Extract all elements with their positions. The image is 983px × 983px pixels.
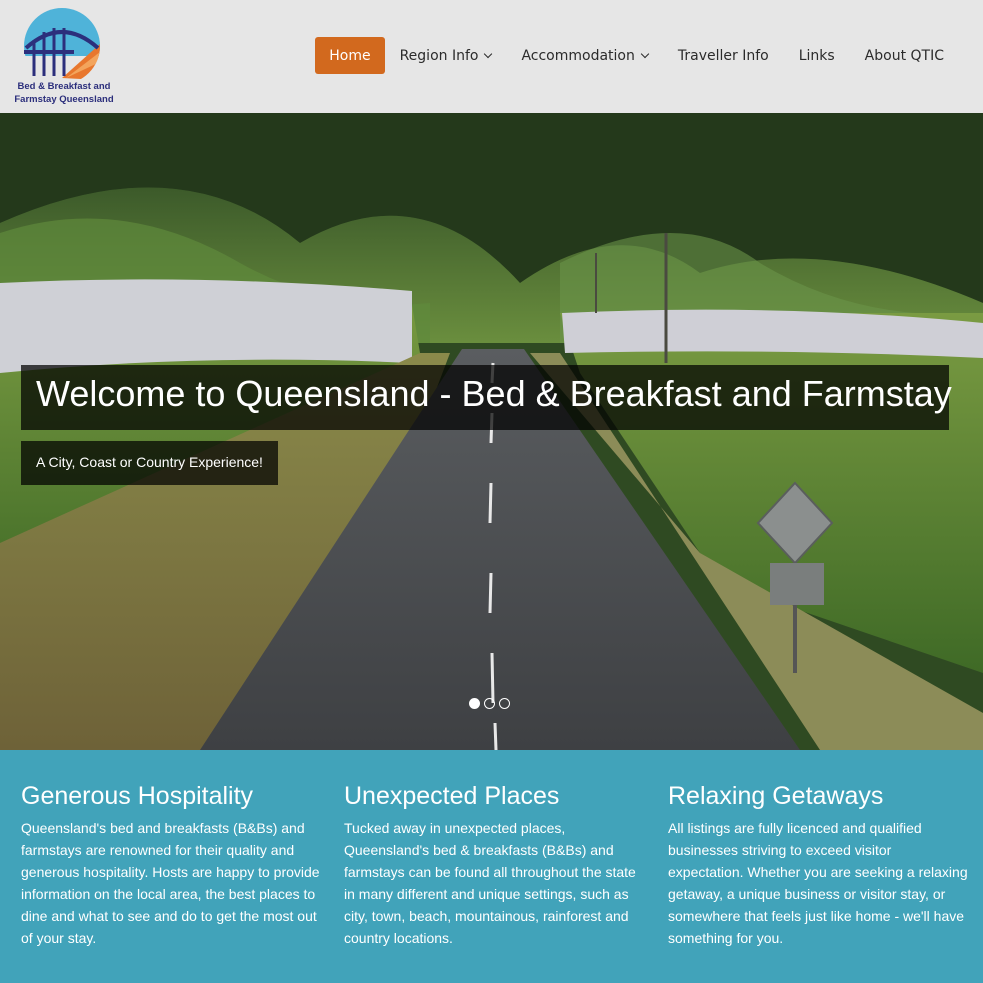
feature-text: Tucked away in unexpected places, Queens… xyxy=(344,820,636,946)
logo-text-line-2: Farmstay Queensland xyxy=(14,94,114,105)
nav-item-label: Accommodation xyxy=(521,47,635,64)
nav-item-home[interactable]: Home xyxy=(315,37,385,74)
hero-carousel[interactable]: Welcome to Queensland - Bed & Breakfast … xyxy=(0,113,983,750)
site-header: Bed & Breakfast and Farmstay Queensland … xyxy=(0,0,983,113)
logo-bridge-icon xyxy=(24,8,100,80)
logo-text: Bed & Breakfast and Farmstay Queensland xyxy=(12,80,116,106)
site-logo[interactable]: Bed & Breakfast and Farmstay Queensland xyxy=(12,6,116,110)
feature-text: All listings are fully licenced and qual… xyxy=(668,820,968,946)
nav-item-accommodation[interactable]: Accommodation xyxy=(506,37,662,74)
carousel-dot-1[interactable] xyxy=(469,698,480,709)
hero-title: Welcome to Queensland - Bed & Breakfast … xyxy=(21,365,952,430)
feature-unexpected-places: Unexpected Places Tucked away in unexpec… xyxy=(344,782,644,949)
feature-heading: Relaxing Getaways xyxy=(668,782,884,810)
nav-item-label: Traveller Info xyxy=(677,47,769,64)
main-nav: Home Region Info Accommodation Traveller… xyxy=(315,37,959,74)
carousel-dot-2[interactable] xyxy=(484,698,495,709)
feature-text: Queensland's bed and breakfasts (B&Bs) a… xyxy=(21,820,320,946)
feature-heading: Unexpected Places xyxy=(344,782,560,810)
nav-item-links[interactable]: Links xyxy=(784,37,850,74)
carousel-indicators xyxy=(469,698,510,709)
nav-item-label: Region Info xyxy=(399,47,479,64)
nav-item-region-info[interactable]: Region Info xyxy=(385,37,507,74)
hero-subtitle: A City, Coast or Country Experience! xyxy=(21,441,278,485)
nav-item-label: Links xyxy=(798,47,835,64)
chevron-down-icon xyxy=(484,49,493,58)
carousel-dot-3[interactable] xyxy=(499,698,510,709)
feature-generous-hospitality: Generous Hospitality Queensland's bed an… xyxy=(21,782,321,949)
nav-item-traveller-info[interactable]: Traveller Info xyxy=(663,37,784,74)
logo-text-line-1: Bed & Breakfast and xyxy=(17,81,111,92)
hero-image xyxy=(0,113,983,750)
nav-item-label: About QTIC xyxy=(864,47,944,64)
nav-item-about-qtic[interactable]: About QTIC xyxy=(850,37,959,74)
feature-heading: Generous Hospitality xyxy=(21,782,254,810)
features-section: Generous Hospitality Queensland's bed an… xyxy=(0,750,983,983)
chevron-down-icon xyxy=(640,49,650,58)
feature-relaxing-getaways: Relaxing Getaways All listings are fully… xyxy=(668,782,968,949)
nav-item-label: Home xyxy=(329,47,371,64)
